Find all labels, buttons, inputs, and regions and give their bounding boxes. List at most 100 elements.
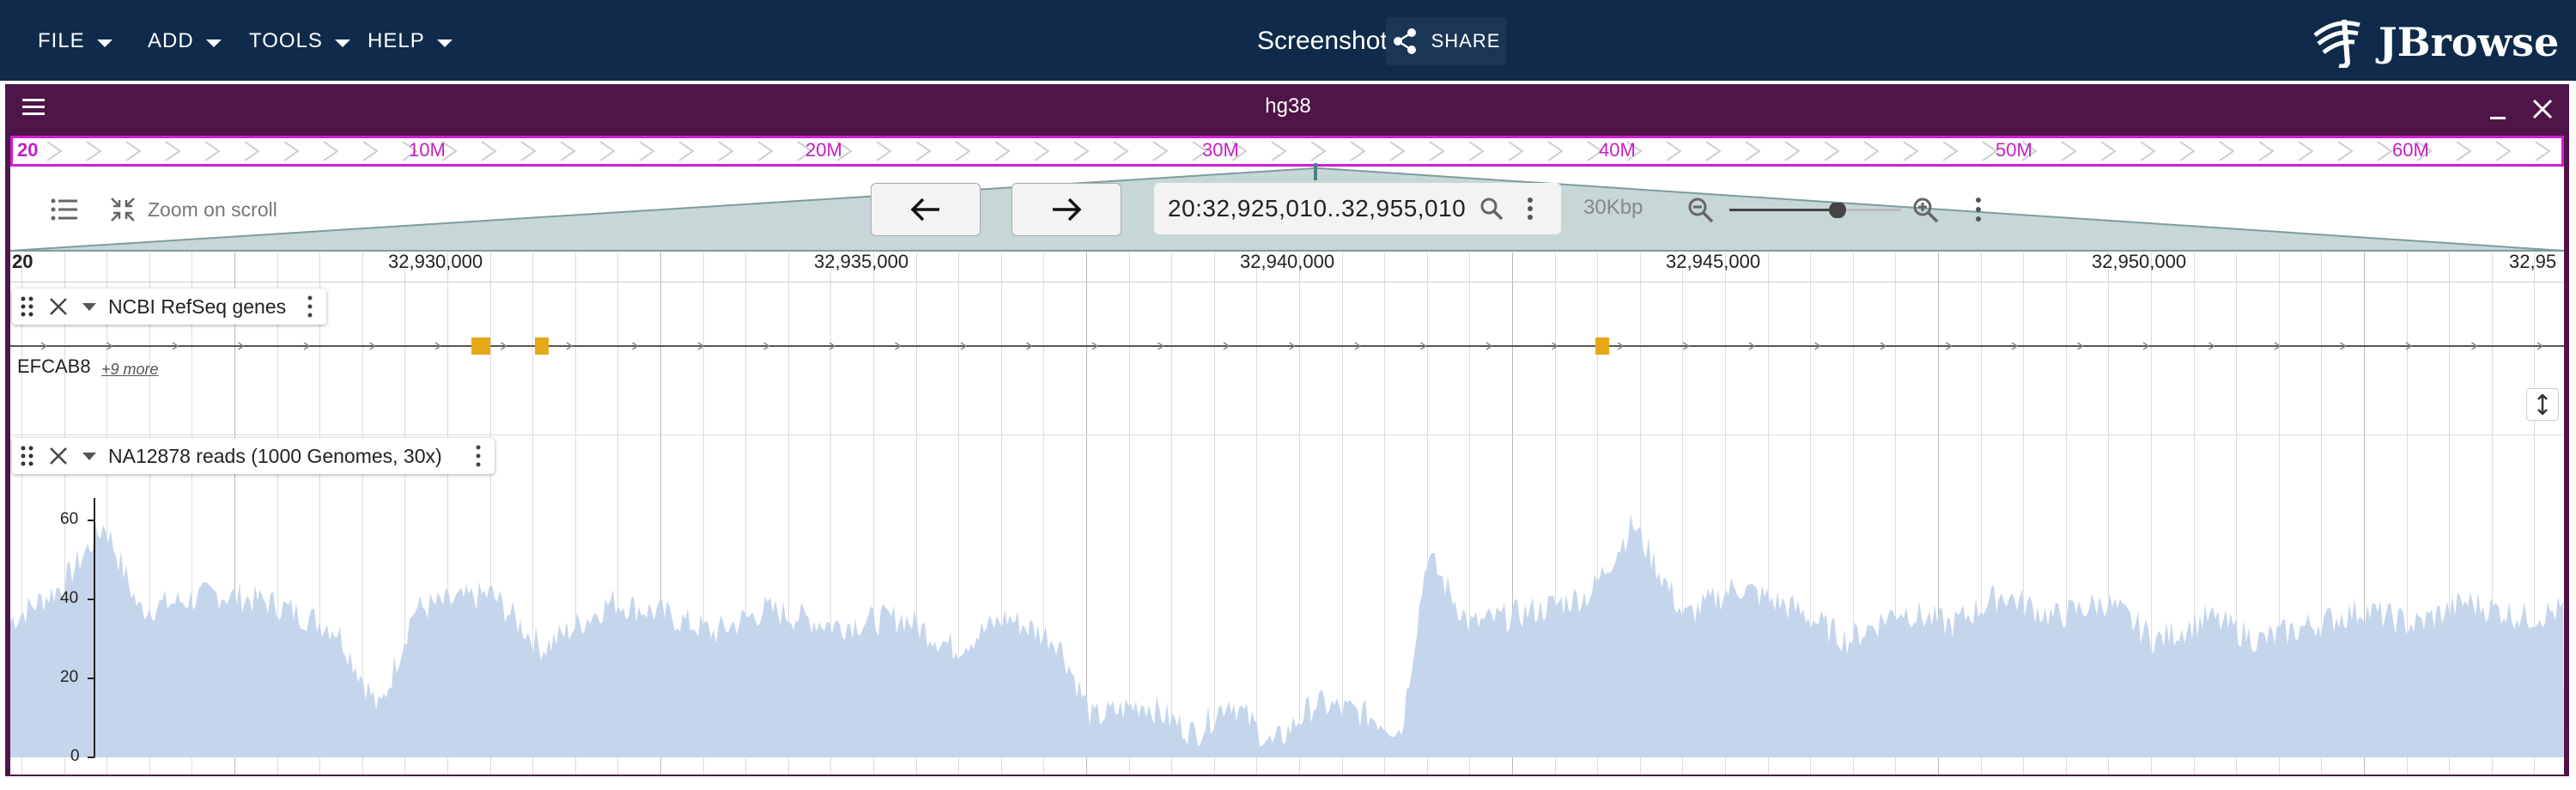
y-tick-label: 40: [60, 589, 79, 607]
overview-chevron: [955, 141, 971, 161]
overview-chevron: [2298, 141, 2314, 161]
zoom-on-scroll-toggle[interactable]: Zoom on scroll: [110, 194, 277, 225]
overview-chevron: [757, 141, 774, 161]
view-options-button[interactable]: [1971, 196, 1985, 223]
list-icon: [51, 198, 77, 221]
overview-chevron: [1745, 141, 1761, 161]
close-track-icon[interactable]: [48, 296, 69, 317]
overview-chevron: [520, 141, 537, 161]
minimize-icon: [2490, 117, 2506, 119]
zoom-slider-thumb[interactable]: [1829, 201, 1846, 219]
overview-chevron: [283, 141, 300, 161]
resize-vertical-icon: [2537, 394, 2548, 415]
more-vert-icon: [1528, 198, 1533, 220]
arrow-left-icon: [910, 198, 939, 222]
caret-down-icon: [334, 39, 350, 47]
overview-chevron: [1863, 141, 1880, 161]
overview-chevron: [86, 141, 102, 161]
share-button[interactable]: SHARE: [1386, 17, 1506, 65]
menu-file-label: FILE: [38, 29, 85, 52]
coverage-track-header: NA12878 reads (1000 Genomes, 30x): [12, 438, 495, 474]
overview-label-20m: 20M: [805, 139, 842, 161]
jbrowse-logo: JBrowse: [2310, 15, 2559, 69]
coverage-y-axis: [88, 498, 95, 758]
overview-chevron: [323, 141, 339, 161]
overview-chevron: [1508, 141, 1524, 161]
close-track-icon[interactable]: [48, 446, 69, 466]
ruler-label: 32,930,000: [388, 251, 483, 272]
track-height-button[interactable]: [2526, 388, 2559, 421]
menu-add[interactable]: ADD: [148, 24, 222, 58]
ruler-label: 32,95: [2509, 251, 2557, 272]
overview-label-50m: 50M: [1996, 139, 2032, 161]
overview-chevron: [718, 141, 734, 161]
overview-chevron: [2061, 141, 2077, 161]
overview-chevron: [915, 141, 932, 161]
overview-chevrons: [46, 141, 2551, 161]
zoom-slider-track: [1729, 201, 1901, 219]
share-icon: [1393, 28, 1416, 54]
menu-tools[interactable]: TOOLS: [249, 24, 350, 58]
overview-chevron: [1824, 141, 1840, 161]
caret-down-icon: [96, 39, 112, 47]
pan-right-button[interactable]: [1012, 183, 1121, 236]
track-selector-button[interactable]: [50, 196, 79, 225]
overview-chevron: [1982, 141, 1998, 161]
gene-exon[interactable]: [471, 337, 490, 355]
overview-chevron: [244, 141, 260, 161]
overview-label-40m: 40M: [1599, 139, 1636, 161]
coverage-area: [10, 514, 2564, 757]
minimize-view-button[interactable]: [2485, 98, 2511, 124]
share-label: SHARE: [1431, 30, 1501, 52]
more-vert-icon[interactable]: [304, 295, 316, 319]
ruler-label: 32,950,000: [2092, 251, 2187, 272]
menu-file[interactable]: FILE: [38, 24, 112, 58]
zoom-out-icon: [1688, 198, 1714, 223]
menu-help[interactable]: HELP: [368, 24, 453, 58]
caret-down-icon: [436, 39, 453, 47]
more-vert-icon[interactable]: [472, 444, 484, 468]
overview-chevron: [1271, 141, 1287, 161]
overview-chevron: [165, 141, 181, 161]
overview-chevron: [2140, 141, 2156, 161]
view-menu-button[interactable]: [21, 96, 46, 120]
close-view-button[interactable]: [2530, 96, 2555, 122]
overview-chevron: [1784, 141, 1801, 161]
overview-chevron: [125, 141, 142, 161]
ruler-label: 32,935,000: [814, 251, 909, 272]
ruler-label: 32,945,000: [1666, 251, 1761, 272]
collapse-track-icon[interactable]: [82, 452, 96, 460]
more-features-link[interactable]: +9 more: [101, 361, 159, 379]
menu-help-label: HELP: [368, 29, 425, 52]
gene-feature-row[interactable]: [10, 326, 2564, 369]
overview-chevron: [1705, 141, 1722, 161]
zoom-slider[interactable]: [1729, 201, 1901, 219]
location-menu-button[interactable]: [1523, 196, 1537, 222]
overview-chevron: [46, 141, 63, 161]
location-input[interactable]: 20:32,925,010..32,955,010: [1168, 195, 1466, 222]
gene-exon[interactable]: [1595, 337, 1609, 355]
zoom-in-button[interactable]: [1911, 196, 1941, 225]
coverage-plot[interactable]: [10, 481, 2564, 757]
overview-chevron: [1903, 141, 1919, 161]
zoom-out-button[interactable]: [1686, 196, 1716, 225]
menu-add-label: ADD: [148, 29, 194, 52]
drag-handle-icon[interactable]: [19, 295, 36, 319]
zoom-in-icon: [1913, 198, 1939, 223]
logo-text: JBrowse: [2379, 19, 2560, 65]
overview-chevron: [1547, 141, 1564, 161]
session-title[interactable]: Screenshot: [1257, 24, 1388, 58]
overview-chevron: [1389, 141, 1406, 161]
overview-label-60m: 60M: [2392, 139, 2429, 161]
drag-handle-icon[interactable]: [19, 444, 36, 468]
caret-down-icon: [205, 39, 222, 47]
gene-exon[interactable]: [535, 337, 549, 355]
pan-left-button[interactable]: [871, 183, 981, 236]
overview-chevron: [2495, 141, 2512, 161]
overview-label-10m: 10M: [409, 139, 446, 161]
collapse-track-icon[interactable]: [82, 302, 96, 311]
gene-track-name: NCBI RefSeq genes: [108, 295, 287, 318]
search-button[interactable]: [1479, 196, 1504, 222]
overview-bar[interactable]: [10, 136, 2564, 167]
y-tick-label: 60: [60, 510, 79, 528]
